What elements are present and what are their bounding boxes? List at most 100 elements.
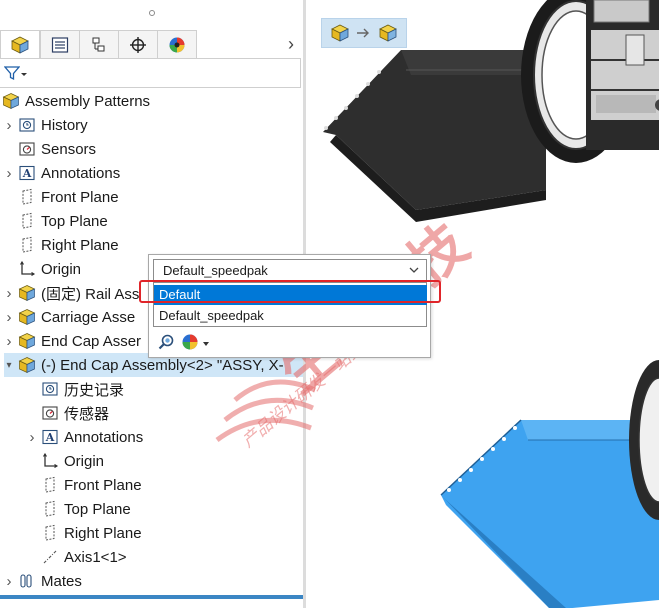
tree-item-label: History <box>41 116 88 134</box>
configuration-option[interactable]: Default_speedpak <box>154 306 427 326</box>
origin-icon <box>18 260 36 278</box>
plane-icon <box>18 188 36 206</box>
appearance-icon <box>169 37 185 52</box>
popup-toolbar <box>157 331 209 353</box>
assembly-icon <box>2 92 20 110</box>
tree-child-item[interactable]: Top Plane <box>27 497 131 521</box>
tree-child-item[interactable]: Axis1<1> <box>27 545 127 569</box>
chevron-down-icon <box>21 73 27 76</box>
tree-root[interactable]: Assembly Patterns <box>2 89 150 113</box>
expand-arrow-icon[interactable]: › <box>4 165 14 182</box>
tree-item-mates[interactable]: › Mates <box>4 569 82 593</box>
tree-child-item[interactable]: Front Plane <box>27 473 142 497</box>
configuration-popup: Default_speedpak Default Default_speedpa… <box>148 254 431 358</box>
expand-arrow-icon[interactable]: › <box>27 429 37 446</box>
tree-item-label: Origin <box>41 260 82 278</box>
assembly-icon <box>11 36 29 54</box>
tree-item-label: Top Plane <box>64 500 131 518</box>
tree-item-label: Assembly Patterns <box>25 92 151 110</box>
tree-item-label: Right Plane <box>41 236 119 254</box>
tree-item-label: Carriage Asse <box>41 308 136 326</box>
tree-item[interactable]: Top Plane <box>4 209 108 233</box>
svg-text:A: A <box>45 431 55 444</box>
tree-item[interactable]: › Carriage Asse <box>4 305 136 329</box>
annotation-highlight-box <box>139 280 441 303</box>
collapse-arrow-icon[interactable]: ▾ <box>4 360 14 371</box>
configuration-dropdown-value: Default_speedpak <box>163 263 268 278</box>
tree-item-label: Axis1<1> <box>64 548 127 566</box>
tab-scroll-right-icon[interactable]: › <box>283 34 299 54</box>
filter-icon <box>4 66 20 81</box>
tree-item-label: 历史记录 <box>64 381 125 399</box>
tab-configuration-manager[interactable] <box>79 30 119 58</box>
list-icon <box>51 36 69 53</box>
tree-item-label: Right Plane <box>64 524 142 542</box>
part-icon <box>18 284 36 302</box>
tree-item-label: Annotations <box>41 164 121 182</box>
plane-icon <box>41 524 59 542</box>
tree-item-label: Origin <box>64 452 105 470</box>
plane-icon <box>18 212 36 230</box>
zoom-to-selection-icon[interactable] <box>157 333 175 351</box>
history-icon <box>18 116 36 134</box>
arrow-right-icon <box>357 28 369 38</box>
tree-item-label: (固定) Rail Ass <box>41 285 140 303</box>
expand-arrow-icon[interactable]: › <box>4 285 14 302</box>
tab-feature-manager[interactable] <box>0 30 40 59</box>
tree-item[interactable]: Origin <box>4 257 81 281</box>
part-icon <box>18 308 36 326</box>
chevron-down-icon[interactable] <box>203 342 209 346</box>
tree-item[interactable]: Sensors <box>4 137 96 161</box>
tab-dimxpert-manager[interactable] <box>118 30 158 58</box>
expand-arrow-icon[interactable]: › <box>4 573 14 590</box>
tree-child-item[interactable]: 传感器 <box>27 401 109 425</box>
chevron-down-icon <box>409 267 419 273</box>
tree-item-label: Front Plane <box>41 188 119 206</box>
annotation-icon: A <box>41 428 59 446</box>
tree-item-label: Annotations <box>64 428 144 446</box>
annotation-icon: A <box>18 164 36 182</box>
tree-item-label: End Cap Asser <box>41 332 142 350</box>
tree-child-item[interactable]: 历史记录 <box>27 377 124 401</box>
tree-child-item[interactable]: Origin <box>27 449 104 473</box>
history-icon <box>41 380 59 398</box>
tree-item-label: 传感器 <box>64 405 110 423</box>
sensor-icon <box>18 140 36 158</box>
tree-item[interactable]: › A Annotations <box>4 161 121 185</box>
tree-item[interactable]: › (固定) Rail Ass <box>4 281 140 305</box>
tab-display-manager[interactable] <box>157 30 197 58</box>
plane-icon <box>41 500 59 518</box>
tree-child-item[interactable]: › A Annotations <box>27 425 144 449</box>
tree-item-label: Front Plane <box>64 476 142 494</box>
tab-property-manager[interactable] <box>40 30 80 58</box>
axis-icon <box>41 548 59 566</box>
expand-arrow-icon[interactable]: › <box>4 117 14 134</box>
svg-text:A: A <box>22 167 32 180</box>
tree-item-label: (-) End Cap Assembly<2> "ASSY, X- <box>41 356 284 374</box>
tree-child-item[interactable]: Right Plane <box>27 521 142 545</box>
tree-item[interactable]: › History <box>4 113 88 137</box>
assembly-icon <box>331 24 349 42</box>
crosshair-icon <box>130 36 146 53</box>
panel-grip[interactable] <box>0 0 303 26</box>
part-icon <box>18 356 36 374</box>
tree-item-label: Sensors <box>41 140 97 158</box>
tree-item[interactable]: Front Plane <box>4 185 119 209</box>
origin-icon <box>41 452 59 470</box>
sensor-icon <box>41 404 59 422</box>
tree-item-label: Top Plane <box>41 212 108 230</box>
configuration-icon <box>92 37 105 51</box>
tree-item[interactable]: Right Plane <box>4 233 119 257</box>
manager-tab-bar: › <box>0 30 303 59</box>
appearance-icon[interactable] <box>181 333 199 351</box>
mates-icon <box>18 572 36 590</box>
tree-item[interactable]: › End Cap Asser <box>4 329 142 353</box>
plane-icon <box>41 476 59 494</box>
panel-bottom-bar <box>0 595 303 599</box>
expand-arrow-icon[interactable]: › <box>4 309 14 326</box>
part-icon <box>18 332 36 350</box>
configuration-chip[interactable] <box>321 18 407 48</box>
expand-arrow-icon[interactable]: › <box>4 333 14 350</box>
tree-item-label: Mates <box>41 572 82 590</box>
tree-filter[interactable] <box>0 58 301 88</box>
